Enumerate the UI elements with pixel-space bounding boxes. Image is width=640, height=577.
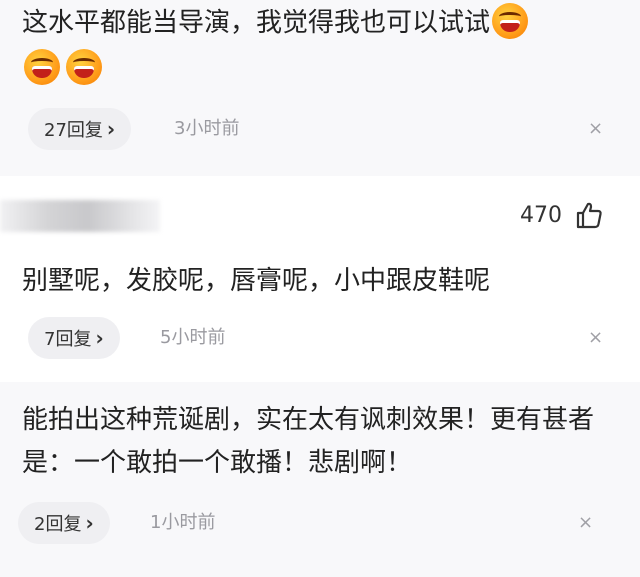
thumbs-up-icon[interactable] [574, 200, 604, 230]
replies-label: 7回复 [44, 329, 92, 350]
comment-card: 能拍出这种荒诞剧，实在太有讽刺效果！更有甚者是：一个敢拍一个敢播！悲剧啊！ 2回… [0, 382, 640, 577]
comment-text: 这水平都能当导演，我觉得我也可以试试 [22, 0, 626, 92]
comment-timestamp: 3小时前 [174, 118, 240, 139]
close-icon[interactable]: × [588, 108, 603, 150]
replies-label: 27回复 [44, 120, 103, 141]
chevron-right-icon: › [95, 326, 104, 350]
chevron-right-icon: › [106, 117, 116, 141]
like-count: 470 [520, 203, 562, 228]
comment-card: 470 别墅呢，发胶呢，唇膏呢，小中跟皮鞋呢 7回复 › 5小时前 × [0, 176, 640, 382]
comment-text: 能拍出这种荒诞剧，实在太有讽刺效果！更有甚者是：一个敢拍一个敢播！悲剧啊！ [22, 405, 595, 478]
blurred-username [0, 200, 160, 232]
replies-label: 2回复 [34, 514, 82, 535]
chevron-right-icon: › [85, 511, 94, 535]
grinning-squint-face-icon [492, 3, 529, 39]
comment-timestamp: 5小时前 [160, 327, 226, 348]
grinning-squint-face-icon [24, 49, 60, 85]
comment-body: 这水平都能当导演，我觉得我也可以试试 [22, 8, 491, 38]
close-icon[interactable]: × [588, 317, 603, 359]
grinning-squint-face-icon [66, 49, 102, 85]
comment-text: 别墅呢，发胶呢，唇膏呢，小中跟皮鞋呢 [22, 266, 491, 296]
comment-timestamp: 1小时前 [150, 512, 216, 533]
replies-button[interactable]: 2回复 › [18, 502, 110, 544]
comment-card: 这水平都能当导演，我觉得我也可以试试 27回复 › 3小时前 × [0, 0, 640, 176]
close-icon[interactable]: × [578, 502, 593, 544]
replies-button[interactable]: 27回复 › [28, 108, 132, 150]
replies-button[interactable]: 7回复 › [28, 317, 120, 359]
